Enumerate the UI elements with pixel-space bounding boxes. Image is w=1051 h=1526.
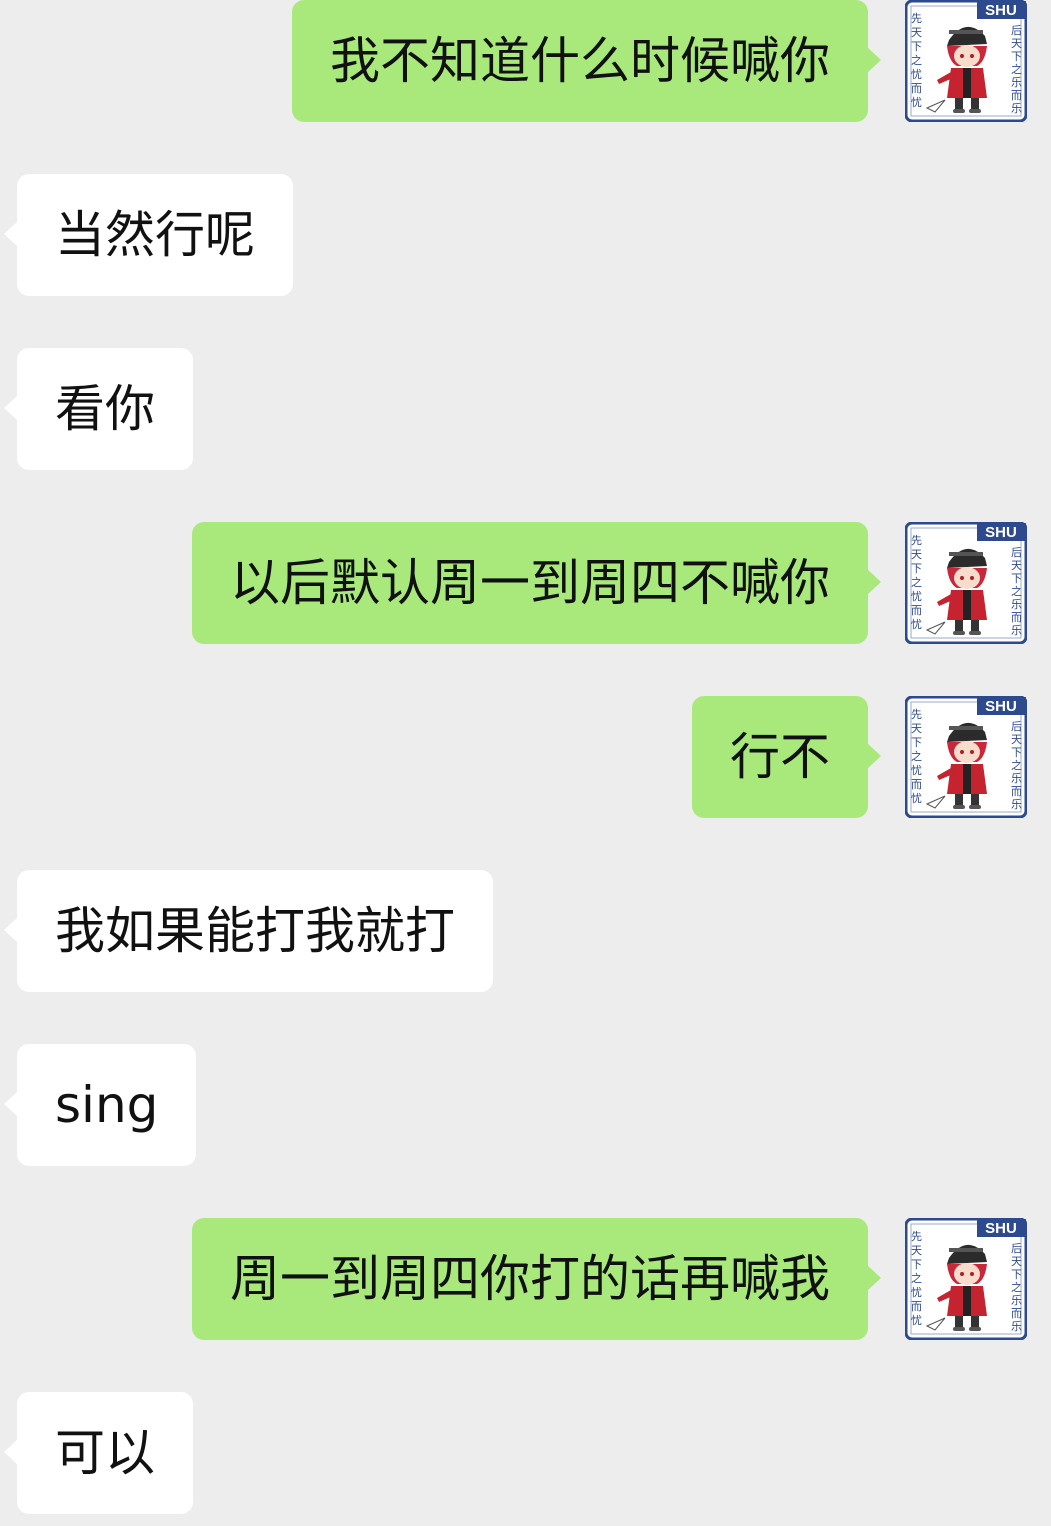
svg-text:乐: 乐: [1011, 598, 1022, 611]
message-bubble-incoming[interactable]: sing: [3, 1044, 197, 1166]
svg-text:之: 之: [911, 1271, 922, 1285]
svg-text:后: 后: [1011, 1242, 1022, 1255]
svg-text:SHU: SHU: [985, 1220, 1017, 1237]
svg-text:乐: 乐: [1011, 624, 1022, 637]
svg-text:下: 下: [1011, 50, 1022, 63]
svg-text:下: 下: [911, 562, 922, 575]
svg-text:天: 天: [1011, 1255, 1022, 1268]
message-bubble-incoming[interactable]: 可以: [4, 1392, 193, 1514]
chat-message-list[interactable]: 我不知道什么时候喊你 SHU 先天下之忧而忧后天下之乐而乐 当然行呢 看你 以后默…: [0, 0, 1051, 1526]
svg-text:而: 而: [1011, 611, 1022, 624]
svg-text:下: 下: [911, 40, 922, 53]
svg-text:后: 后: [1011, 546, 1022, 559]
svg-text:忧: 忧: [911, 1285, 922, 1299]
message-bubble-outgoing[interactable]: 周一到周四你打的话再喊我: [192, 1218, 881, 1340]
svg-text:先: 先: [911, 1230, 922, 1243]
svg-text:而: 而: [911, 604, 922, 617]
svg-text:天: 天: [911, 548, 922, 561]
svg-text:先: 先: [911, 12, 922, 25]
svg-text:而: 而: [1011, 785, 1022, 798]
svg-text:而: 而: [911, 778, 922, 791]
svg-text:之: 之: [1011, 1280, 1022, 1294]
svg-text:乐: 乐: [1011, 76, 1022, 89]
svg-text:下: 下: [1011, 746, 1022, 759]
svg-text:之: 之: [911, 575, 922, 589]
anime-character-icon: SHU先天下之忧而忧后天下之乐而乐: [905, 522, 1027, 644]
svg-text:而: 而: [1011, 89, 1022, 102]
svg-text:乐: 乐: [1011, 1320, 1022, 1333]
svg-text:下: 下: [1011, 572, 1022, 585]
svg-text:而: 而: [911, 1300, 922, 1313]
svg-text:天: 天: [1011, 733, 1022, 746]
svg-text:之: 之: [1011, 62, 1022, 76]
svg-text:后: 后: [1011, 720, 1022, 733]
anime-character-icon: SHU先天下之忧而忧后天下之乐而乐: [905, 696, 1027, 818]
svg-text:之: 之: [1011, 758, 1022, 772]
svg-text:乐: 乐: [1011, 798, 1022, 811]
message-bubble-outgoing[interactable]: 以后默认周一到周四不喊你: [192, 522, 881, 644]
user-avatar[interactable]: SHU 先天下之忧而忧后天下之乐而乐: [905, 522, 1027, 644]
svg-text:天: 天: [911, 1244, 922, 1257]
svg-text:忧: 忧: [911, 617, 922, 631]
svg-text:下: 下: [911, 1258, 922, 1271]
svg-text:忧: 忧: [911, 763, 922, 777]
svg-text:而: 而: [911, 82, 922, 95]
svg-text:之: 之: [911, 53, 922, 67]
svg-text:忧: 忧: [911, 1313, 922, 1327]
anime-character-icon: SHU先天下之忧而忧后天下之乐而乐: [905, 0, 1027, 122]
anime-character-icon: SHU先天下之忧而忧后天下之乐而乐: [905, 1218, 1027, 1340]
svg-text:忧: 忧: [911, 67, 922, 81]
svg-text:SHU: SHU: [985, 2, 1017, 19]
svg-text:下: 下: [1011, 1268, 1022, 1281]
svg-text:天: 天: [911, 722, 922, 735]
svg-text:乐: 乐: [1011, 102, 1022, 115]
svg-text:先: 先: [911, 708, 922, 721]
message-bubble-incoming[interactable]: 看你: [4, 348, 193, 470]
svg-text:忧: 忧: [911, 791, 922, 805]
svg-text:后: 后: [1011, 24, 1022, 37]
svg-text:乐: 乐: [1011, 1294, 1022, 1307]
user-avatar[interactable]: SHU 先天下之忧而忧后天下之乐而乐: [905, 696, 1027, 818]
svg-text:忧: 忧: [911, 95, 922, 109]
svg-text:天: 天: [1011, 37, 1022, 50]
svg-text:而: 而: [1011, 1307, 1022, 1320]
svg-text:忧: 忧: [911, 589, 922, 603]
message-bubble-outgoing[interactable]: 行不: [692, 696, 881, 818]
message-bubble-incoming[interactable]: 我如果能打我就打: [4, 870, 493, 992]
svg-text:之: 之: [911, 749, 922, 763]
svg-text:乐: 乐: [1011, 772, 1022, 785]
svg-text:天: 天: [911, 26, 922, 39]
message-bubble-outgoing[interactable]: 我不知道什么时候喊你: [292, 0, 881, 122]
svg-text:SHU: SHU: [985, 524, 1017, 541]
svg-text:天: 天: [1011, 559, 1022, 572]
svg-text:下: 下: [911, 736, 922, 749]
svg-text:之: 之: [1011, 584, 1022, 598]
svg-text:先: 先: [911, 534, 922, 547]
svg-text:SHU: SHU: [985, 698, 1017, 715]
user-avatar[interactable]: SHU 先天下之忧而忧后天下之乐而乐: [905, 1218, 1027, 1340]
message-bubble-incoming[interactable]: 当然行呢: [4, 174, 293, 296]
user-avatar[interactable]: SHU 先天下之忧而忧后天下之乐而乐: [905, 0, 1027, 122]
